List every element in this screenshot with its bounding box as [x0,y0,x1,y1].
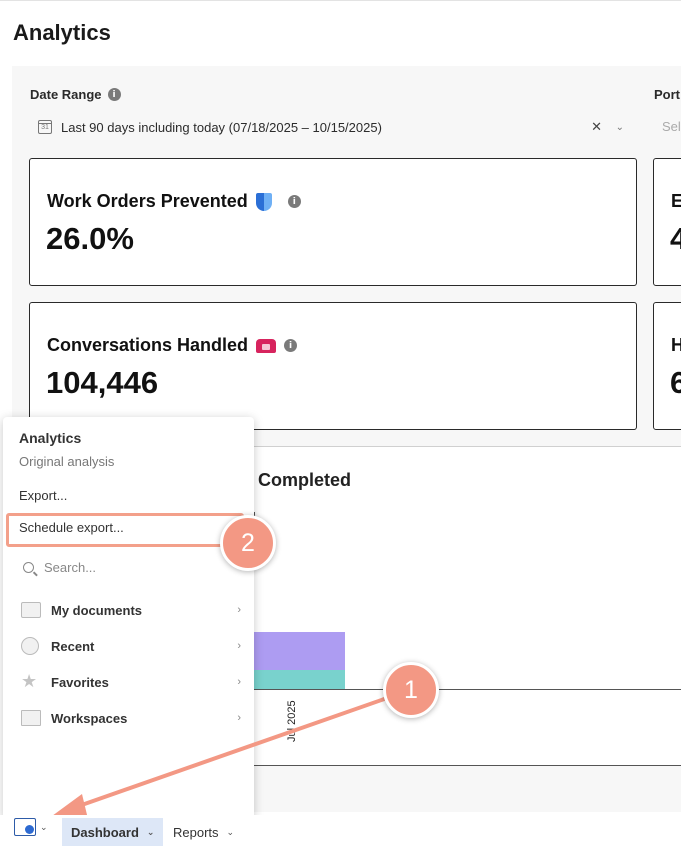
date-range-value: Last 90 days including today (07/18/2025… [61,119,382,135]
star-icon: ★ [21,671,38,692]
chart-bar-segment-1[interactable] [254,632,345,670]
chevron-right-icon: › [237,604,241,616]
tab-reports[interactable]: Reports ⌄ [164,818,243,846]
kpi-card-conversations: Conversations Handled i 104,446 [29,302,637,430]
top-divider [0,0,681,1]
clear-icon[interactable]: ✕ [591,119,602,135]
highlight-box [6,513,244,547]
kpi-value: 26.0% [46,221,134,256]
nav-item-recent[interactable]: Recent › [21,634,241,658]
search-input[interactable]: Search... [44,560,96,575]
phone-icon [256,338,277,353]
kpi-title: Work Orders Prevented [47,191,248,211]
kpi-value: 104,446 [46,365,159,400]
portfolio-label: Port [654,87,680,102]
info-icon[interactable]: i [284,339,298,352]
x-tick-label: Jul 2025 [286,700,298,742]
chevron-down-icon: ⌄ [40,821,48,832]
tab-label: Dashboard [71,824,139,840]
step-badge-1: 1 [383,662,439,718]
clock-icon [21,637,39,655]
portfolio-label-text: Port [654,87,680,102]
kpi-card-partial-bottom: H 6 [653,302,681,430]
nav-item-workspaces[interactable]: Workspaces › [21,706,241,730]
kpi-value: 4 [670,221,681,256]
chart-bar-segment-0[interactable] [254,670,345,689]
document-menu: Analytics Original analysis Export... Sc… [3,417,254,819]
date-range-select[interactable]: 31 Last 90 days including today (07/18/2… [30,112,636,142]
kpi-value: 6 [670,365,681,400]
calendar-icon: 31 [38,120,52,134]
kpi-title: Conversations Handled [47,335,249,355]
nav-item-label: Favorites [51,674,109,690]
nav-item-label: Workspaces [51,710,128,726]
kpi-title-row: Work Orders Prevented i [47,191,301,212]
kpi-title: E [671,191,681,211]
monitor-icon [21,710,41,726]
tab-label: Reports [173,824,219,840]
chevron-down-icon: ⌄ [146,826,155,837]
nav-item-favorites[interactable]: ★ Favorites › [21,670,241,694]
nav-item-label: My documents [51,602,143,618]
kpi-card-work-orders: Work Orders Prevented i 26.0% [29,158,637,286]
search-icon [23,562,34,573]
tab-dashboard[interactable]: Dashboard ⌄ [62,818,164,846]
info-icon[interactable]: i [107,88,121,101]
kpi-title-row: Conversations Handled i [47,335,298,356]
menu-header: Analytics [19,430,82,446]
chevron-right-icon: › [237,712,241,724]
chevron-down-icon: ⌄ [226,826,235,837]
documents-button[interactable]: ⌄ [14,818,48,836]
chart-x-axis [254,689,681,690]
date-range-label-text: Date Range [30,87,102,102]
kpi-card-partial-top: E 4 [653,158,681,286]
portfolio-select[interactable]: Sel [662,119,681,134]
menu-subheader: Original analysis [19,454,115,469]
chart-title: Completed [258,470,352,490]
nav-item-label: Recent [51,638,95,654]
nav-item-my-documents[interactable]: My documents › [21,598,241,622]
step-badge-2: 2 [220,515,276,571]
kpi-title: H [671,335,681,355]
chevron-right-icon: › [237,640,241,652]
shield-icon [255,192,272,211]
date-range-label: Date Range i [30,87,121,102]
export-menu-item[interactable]: Export... [19,488,67,503]
folder-icon [14,818,36,836]
chevron-down-icon[interactable]: ⌄ [616,122,624,133]
menu-search[interactable]: Search... [23,560,96,575]
page-title: Analytics [13,20,111,45]
chevron-right-icon: › [237,676,241,688]
folder-icon [21,602,41,618]
info-icon[interactable]: i [287,195,301,208]
